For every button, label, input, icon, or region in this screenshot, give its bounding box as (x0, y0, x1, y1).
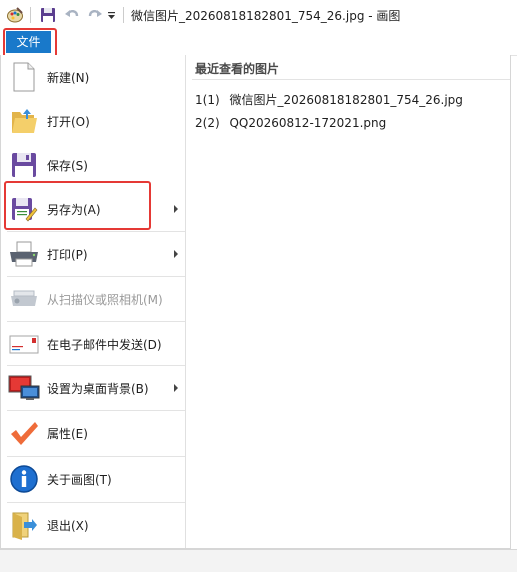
recent-item-index: 1(1) (195, 93, 220, 107)
paint-palette-icon[interactable] (6, 5, 24, 25)
menu-item-set-desktop-background[interactable]: 设置为桌面背景(B) (1, 366, 185, 410)
file-menu-commands: 新建(N) 打开(O) 保存(S) 另存为(A) 打印(P) 从扫描仪或照相机(… (1, 55, 185, 548)
menu-item-label: 从扫描仪或照相机(M) (47, 292, 163, 307)
menu-item-label: 关于画图(T) (47, 472, 112, 487)
status-area (0, 549, 517, 572)
menu-item-label: 新建(N) (47, 70, 90, 85)
info-icon (7, 462, 41, 496)
window-title: 微信图片_20260818182801_754_26.jpg - 画图 (131, 9, 401, 23)
printer-icon (7, 237, 41, 271)
email-icon (7, 327, 41, 361)
menu-item-new[interactable]: 新建(N) (1, 55, 185, 99)
recent-item-name: QQ20260812-172021.png (229, 116, 387, 130)
menu-item-exit[interactable]: 退出(X) (1, 503, 185, 547)
recent-pictures-title: 最近查看的图片 (195, 62, 280, 76)
quick-access-divider (30, 7, 31, 23)
recent-divider (192, 79, 510, 80)
menu-item-print[interactable]: 打印(P) (1, 232, 185, 276)
menu-item-label: 在电子邮件中发送(D) (47, 337, 162, 352)
submenu-arrow-icon (174, 250, 178, 258)
open-folder-icon (7, 104, 41, 138)
scanner-icon (7, 282, 41, 316)
new-document-icon (7, 60, 41, 94)
menu-item-label: 属性(E) (47, 426, 88, 441)
menu-item-send-email[interactable]: 在电子邮件中发送(D) (1, 322, 185, 366)
recent-item-index: 2(2) (195, 116, 220, 130)
menu-item-label: 设置为桌面背景(B) (47, 381, 149, 396)
submenu-arrow-icon (174, 384, 178, 392)
recent-item[interactable]: 1(1) 微信图片_20260818182801_754_26.jpg (195, 91, 463, 108)
title-bar: 微信图片_20260818182801_754_26.jpg - 画图 (0, 0, 517, 30)
ribbon-tab-strip (0, 30, 517, 56)
title-divider (123, 7, 124, 23)
redo-icon[interactable] (85, 5, 105, 25)
save-disk-icon[interactable] (38, 5, 58, 25)
recent-item-name: 微信图片_20260818182801_754_26.jpg (229, 93, 463, 107)
save-disk-icon (7, 148, 41, 182)
desktop-background-icon (7, 371, 41, 405)
menu-item-scanner: 从扫描仪或照相机(M) (1, 277, 185, 321)
menu-item-properties[interactable]: 属性(E) (1, 411, 185, 455)
menu-item-label: 打印(P) (47, 247, 88, 262)
menu-item-label: 保存(S) (47, 158, 88, 173)
menu-column-divider (185, 55, 186, 548)
menu-item-about[interactable]: 关于画图(T) (1, 457, 185, 501)
submenu-arrow-icon (174, 205, 178, 213)
menu-item-label: 打开(O) (47, 114, 90, 129)
dropdown-arrow-icon[interactable] (106, 5, 118, 25)
save-as-highlight (4, 181, 151, 230)
menu-item-label: 退出(X) (47, 518, 89, 533)
exit-icon (7, 508, 41, 542)
menu-item-open[interactable]: 打开(O) (1, 99, 185, 143)
recent-item[interactable]: 2(2) QQ20260812-172021.png (195, 116, 386, 130)
checkmark-icon (7, 416, 41, 450)
undo-icon[interactable] (62, 5, 82, 25)
